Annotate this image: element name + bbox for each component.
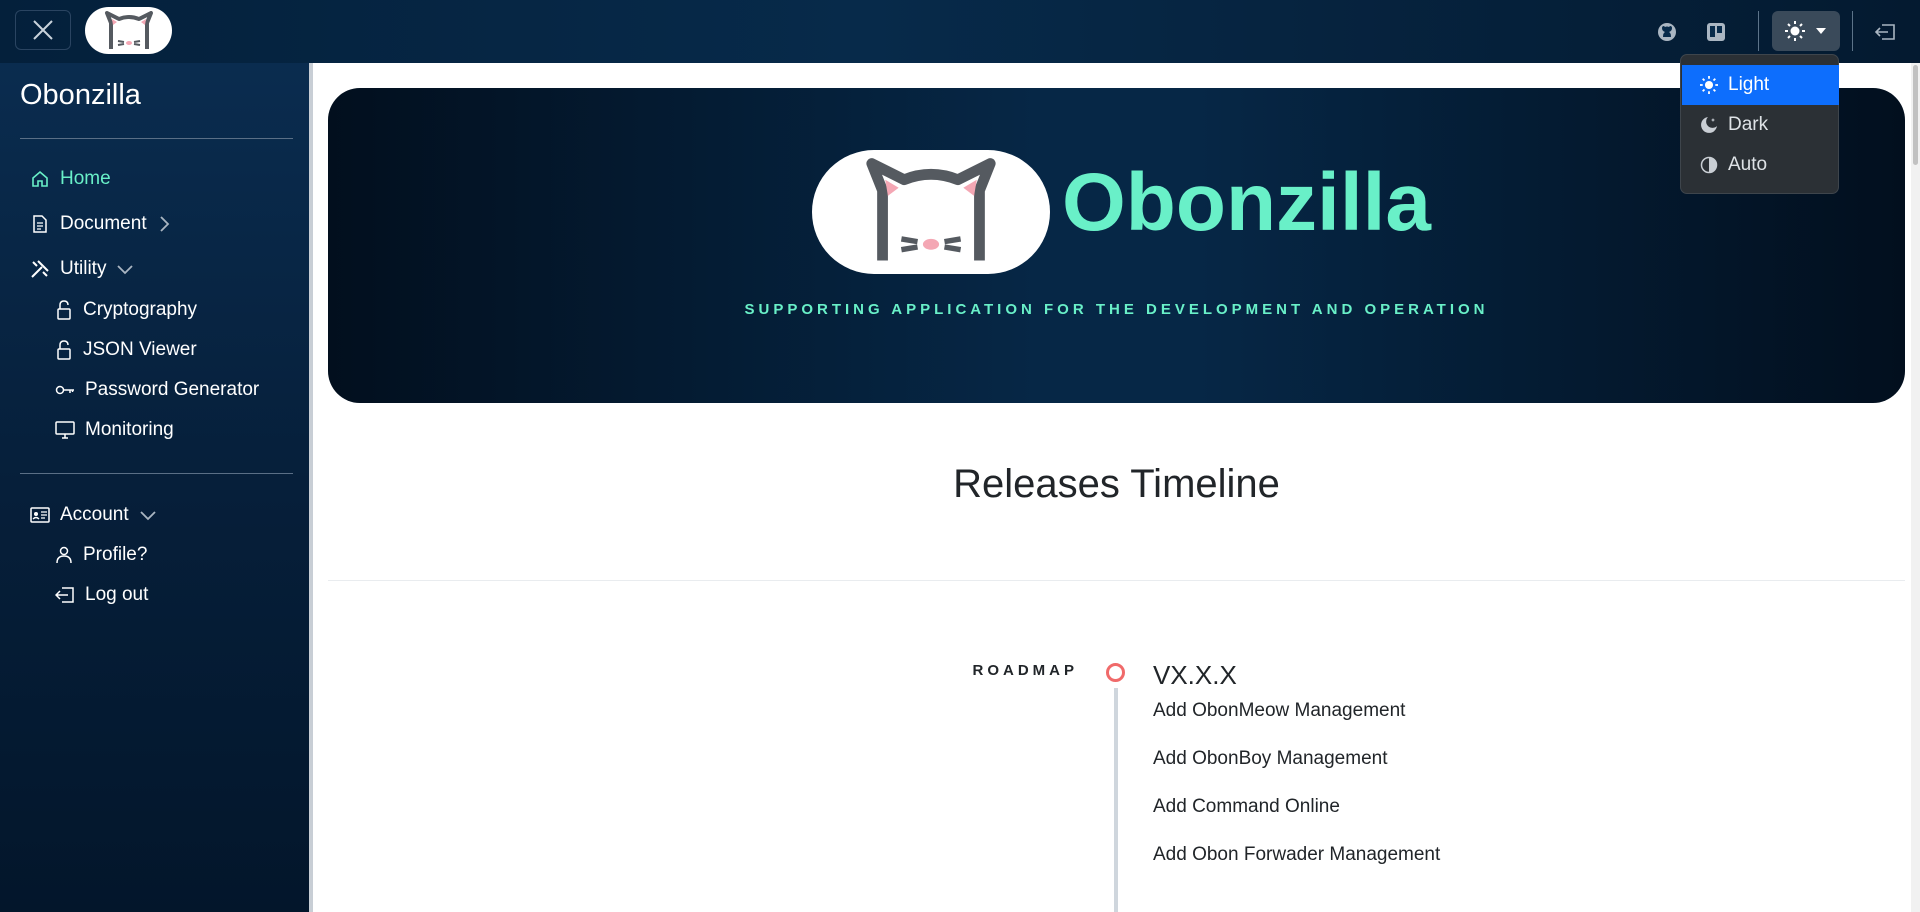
monitor-icon [55, 421, 75, 439]
sidebar-item-label: Account [60, 504, 129, 525]
sidebar-item-home[interactable]: Home [30, 168, 111, 190]
sidebar-item-label: Home [60, 168, 111, 189]
theme-option-label: Light [1728, 74, 1770, 95]
page-scrollbar[interactable] [1911, 63, 1920, 912]
theme-option-light[interactable]: Light [1682, 65, 1839, 105]
lock-icon [57, 300, 71, 320]
sidebar-item-cryptography[interactable]: Cryptography [55, 299, 197, 321]
github-icon [1658, 23, 1676, 41]
sidebar-item-utility[interactable]: Utility [30, 258, 134, 280]
navbar-logo[interactable] [85, 7, 172, 54]
timeline-dot [1106, 663, 1125, 682]
hero-logo [812, 150, 1050, 274]
lock-icon [57, 340, 71, 360]
sidebar-item-label: JSON Viewer [83, 339, 197, 360]
sidebar: Obonzilla Home Document Utility Cryptogr… [0, 63, 313, 912]
timeline-entry: Add ObonBoy Management [1153, 748, 1388, 769]
cat-logo-icon [104, 10, 153, 49]
logout-button[interactable] [1870, 17, 1900, 47]
moon-stars-icon [1701, 117, 1717, 133]
navbar-divider [1852, 11, 1853, 51]
trello-icon [1707, 23, 1725, 41]
sidebar-item-label: Password Generator [85, 379, 260, 400]
theme-option-dark[interactable]: Dark [1682, 105, 1839, 145]
timeline-line [1114, 688, 1118, 912]
sidebar-divider [20, 473, 293, 474]
section-divider [328, 580, 1905, 581]
timeline-entry: Add ObonMeow Management [1153, 700, 1406, 721]
logout-icon [1874, 24, 1895, 40]
trello-link[interactable] [1701, 17, 1731, 47]
chevron-down-icon [140, 511, 156, 521]
close-sidebar-button[interactable] [15, 10, 71, 50]
chevron-down-icon [117, 265, 134, 275]
sidebar-item-logout[interactable]: Log out [55, 584, 148, 606]
github-link[interactable] [1652, 17, 1682, 47]
sidebar-item-label: Document [60, 213, 147, 234]
cat-logo-icon [866, 158, 996, 261]
circle-half-icon [1700, 156, 1718, 174]
caret-down-icon [1816, 28, 1826, 34]
key-icon [55, 385, 74, 395]
scrollbar-thumb[interactable] [1913, 65, 1918, 165]
hero-subtitle: SUPPORTING APPLICATION FOR THE DEVELOPME… [744, 301, 1489, 318]
house-icon [32, 170, 48, 187]
file-icon [33, 215, 47, 233]
theme-option-auto[interactable]: Auto [1682, 145, 1839, 185]
timeline-version: VX.X.X [1153, 660, 1237, 690]
sidebar-brand: Obonzilla [20, 79, 141, 111]
sidebar-item-label: Cryptography [83, 299, 198, 320]
sidebar-item-monitoring[interactable]: Monitoring [55, 419, 174, 441]
timeline-entry: Add Obon Forwader Management [1153, 844, 1441, 865]
sun-icon [1785, 21, 1805, 41]
sidebar-divider [20, 138, 293, 139]
theme-option-label: Auto [1728, 154, 1768, 175]
theme-dropdown-menu: Light Dark Auto [1680, 54, 1839, 194]
chevron-right-icon [159, 216, 169, 232]
page-title: Releases Timeline [953, 462, 1280, 506]
sidebar-item-json-viewer[interactable]: JSON Viewer [55, 339, 197, 361]
sidebar-item-label: Profile? [83, 544, 148, 565]
top-navbar [0, 0, 1920, 63]
sidebar-item-label: Utility [60, 258, 107, 279]
theme-option-label: Dark [1728, 114, 1769, 135]
tools-icon [31, 260, 49, 278]
timeline-label: ROADMAP [972, 662, 1078, 679]
navbar-divider [1758, 11, 1759, 51]
sidebar-item-profile[interactable]: Profile? [55, 544, 147, 566]
sun-icon [1700, 76, 1718, 94]
sidebar-item-label: Log out [85, 584, 149, 605]
hero-title: Obonzilla [1062, 157, 1431, 248]
sidebar-item-label: Monitoring [85, 419, 174, 440]
logout-icon [55, 587, 74, 603]
sidebar-item-account[interactable]: Account [30, 504, 157, 526]
sidebar-item-document[interactable]: Document [30, 213, 171, 235]
theme-toggle-button[interactable] [1772, 11, 1840, 51]
timeline-entry: Add Command Online [1153, 796, 1340, 817]
close-icon [33, 20, 53, 40]
sidebar-item-password-generator[interactable]: Password Generator [55, 379, 259, 401]
id-card-icon [30, 507, 50, 523]
person-icon [56, 546, 72, 564]
